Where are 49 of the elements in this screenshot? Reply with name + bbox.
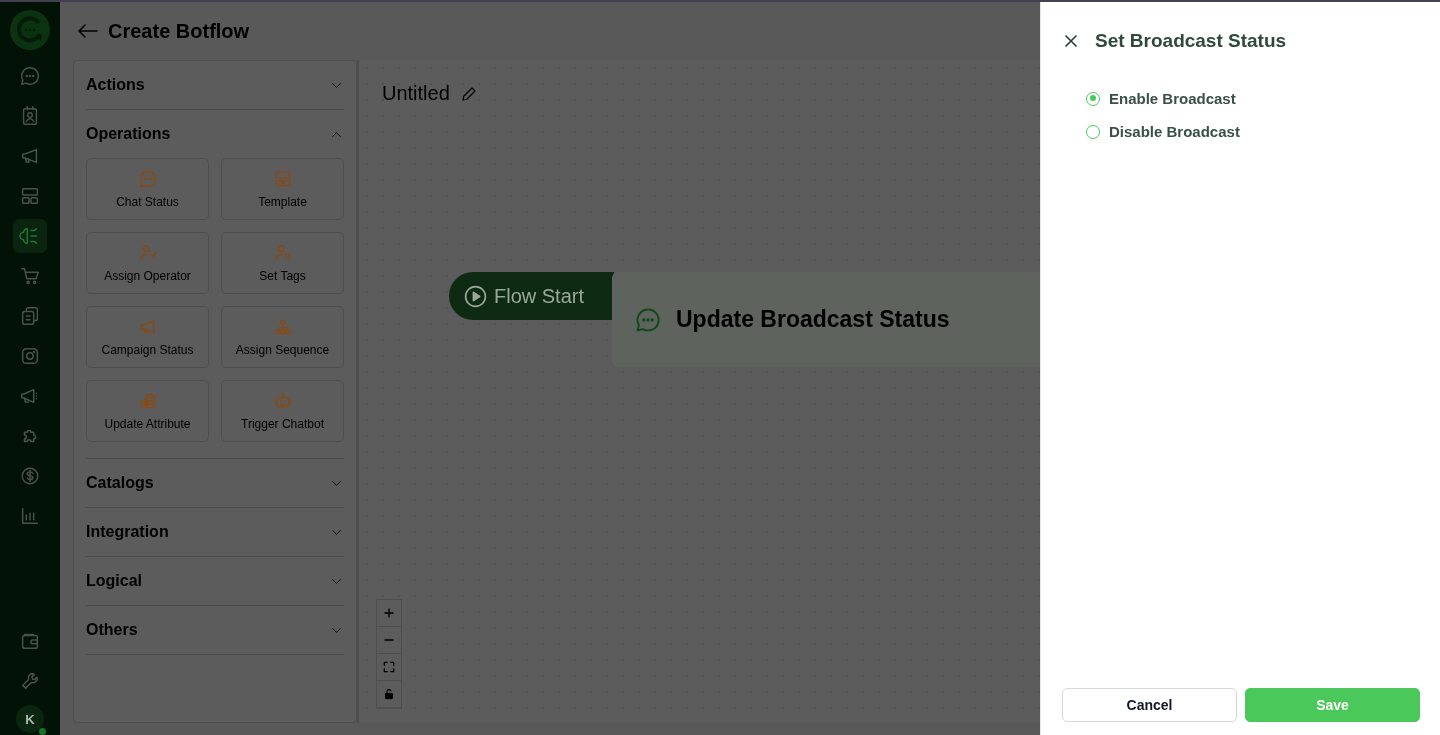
chat-bubble-icon[interactable]	[19, 65, 41, 87]
play-icon	[463, 283, 488, 309]
tile-label: Update Attribute	[104, 417, 191, 431]
coins-icon	[137, 391, 158, 411]
tile-label: Template	[258, 195, 307, 209]
page-title: Create Botflow	[108, 19, 250, 43]
operation-tile[interactable]: Assign Sequence	[221, 306, 344, 368]
drawer-title: Set Broadcast Status	[1095, 30, 1287, 52]
tile-label: Campaign Status	[101, 343, 194, 357]
flow-node[interactable]: Update Broadcast Status	[612, 272, 1040, 367]
operation-tile[interactable]: Template	[221, 158, 344, 220]
logo-icon	[10, 10, 50, 50]
operation-tile[interactable]: Assign Operator	[86, 232, 209, 294]
bar-chart-icon[interactable]	[19, 505, 41, 527]
section-header[interactable]: Actions	[86, 61, 344, 109]
tile-label: Set Tags	[259, 269, 306, 283]
avatar[interactable]: K	[16, 705, 44, 733]
section-header[interactable]: Catalogs	[86, 459, 344, 507]
operation-tile[interactable]: Campaign Status	[86, 306, 209, 368]
tile-label: Trigger Chatbot	[241, 417, 324, 431]
option-label: Enable Broadcast	[1109, 90, 1236, 107]
operation-tile[interactable]: Set Tags	[221, 232, 344, 294]
section-header[interactable]: Operations	[86, 110, 344, 158]
cart-icon[interactable]	[19, 265, 41, 287]
cancel-button[interactable]: Cancel	[1062, 688, 1237, 722]
operation-tile[interactable]: Trigger Chatbot	[221, 380, 344, 442]
fit-view-icon[interactable]	[382, 660, 396, 674]
section-header[interactable]: Others	[86, 606, 344, 654]
wrench-icon[interactable]	[19, 670, 41, 692]
section-header[interactable]: Logical	[86, 557, 344, 605]
tile-label: Assign Operator	[104, 269, 191, 283]
layout-grid-icon[interactable]	[19, 185, 41, 207]
operation-tile[interactable]: Update Attribute	[86, 380, 209, 442]
zoom-in-icon[interactable]	[382, 606, 396, 620]
save-button[interactable]: Save	[1245, 688, 1420, 722]
robot-icon	[272, 391, 293, 411]
tile-label: Chat Status	[116, 195, 179, 209]
tile-label: Assign Sequence	[235, 343, 330, 357]
lock-icon[interactable]	[382, 687, 396, 701]
flow-name: Untitled	[382, 82, 450, 105]
node-title: Update Broadcast Status	[676, 306, 950, 333]
flow-start-node[interactable]: Flow Start	[449, 272, 614, 320]
section-header[interactable]: Integration	[86, 508, 344, 556]
operation-tile[interactable]: Chat Status	[86, 158, 209, 220]
dollar-icon[interactable]	[19, 465, 41, 487]
chat-bubble-icon	[137, 169, 158, 189]
option-label: Disable Broadcast	[1109, 123, 1240, 140]
camera-icon[interactable]	[19, 345, 41, 367]
documents-icon[interactable]	[19, 305, 41, 327]
